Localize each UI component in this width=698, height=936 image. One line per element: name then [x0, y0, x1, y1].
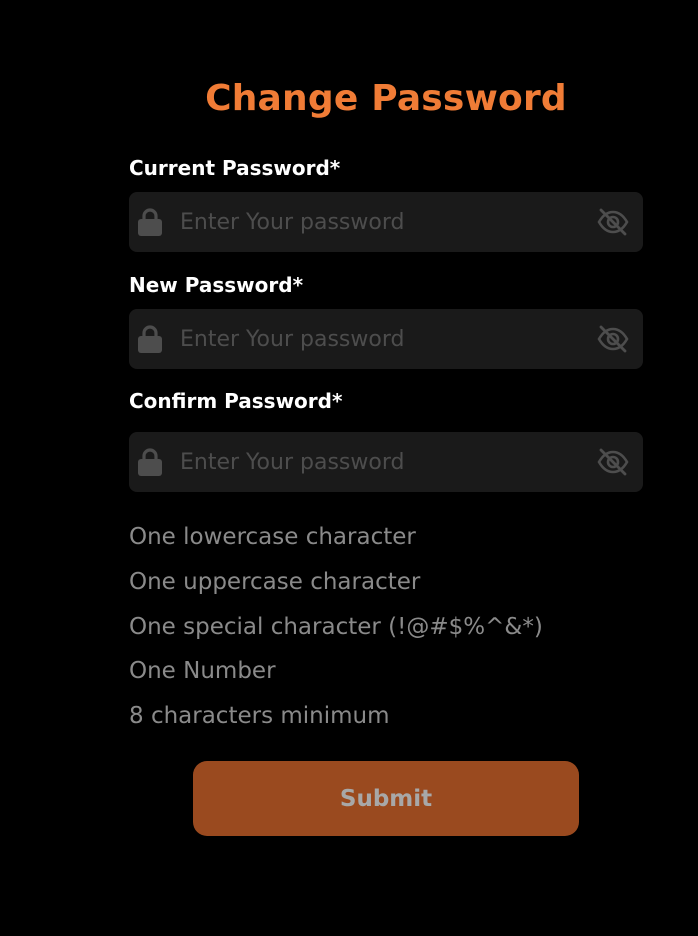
new-password-field: [129, 309, 643, 369]
rule-uppercase: One uppercase character: [129, 568, 421, 595]
current-password-input[interactable]: [180, 192, 580, 252]
confirm-password-input[interactable]: [180, 432, 580, 492]
lock-icon: [138, 208, 162, 236]
page-title: Change Password: [205, 78, 567, 119]
rule-special-character: One special character (!@#$%^&*): [129, 613, 543, 640]
new-password-label: New Password*: [129, 273, 304, 297]
submit-button[interactable]: Submit: [193, 761, 579, 836]
change-password-page: Change Password Current Password* New Pa…: [0, 0, 698, 936]
password-rules-list: One lowercase character One uppercase ch…: [129, 519, 543, 743]
eye-off-icon[interactable]: [597, 324, 629, 354]
lock-icon: [138, 448, 162, 476]
new-password-input[interactable]: [180, 309, 580, 369]
rule-number: One Number: [129, 658, 276, 685]
eye-off-icon[interactable]: [597, 207, 629, 237]
current-password-field: [129, 192, 643, 252]
confirm-password-label: Confirm Password*: [129, 389, 343, 413]
rule-lowercase: One lowercase character: [129, 524, 416, 550]
lock-icon: [138, 325, 162, 353]
current-password-label: Current Password*: [129, 156, 341, 180]
rule-min-length: 8 characters minimum: [129, 703, 390, 730]
confirm-password-field: [129, 432, 643, 492]
eye-off-icon[interactable]: [597, 447, 629, 477]
